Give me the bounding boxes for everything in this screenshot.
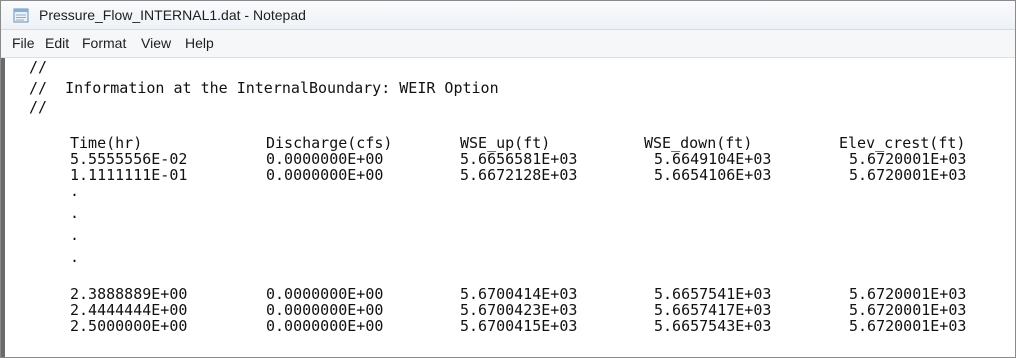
cell-wse-up: 5.6700423E+03: [460, 301, 578, 319]
comment-line: // Information at the InternalBoundary: …: [29, 79, 499, 97]
cell-time: 1.1111111E-01: [70, 166, 188, 184]
menu-file[interactable]: File: [11, 35, 36, 51]
cell-elev-crest: 5.6720001E+03: [849, 317, 967, 335]
header-wse-down: WSE_down(ft): [644, 134, 753, 152]
cell-elev-crest: 5.6720001E+03: [849, 285, 967, 303]
cell-time: 2.5000000E+00: [70, 317, 188, 335]
ellipsis-dot: ·: [70, 230, 80, 248]
cell-wse-up: 5.6672128E+03: [460, 166, 578, 184]
window-title: Pressure_Flow_INTERNAL1.dat - Notepad: [39, 7, 306, 23]
ellipsis-dot: ·: [70, 208, 80, 226]
cell-wse-down: 5.6649104E+03: [654, 150, 772, 168]
cell-wse-down: 5.6657543E+03: [654, 317, 772, 335]
title-bar[interactable]: Pressure_Flow_INTERNAL1.dat - Notepad: [1, 1, 1015, 30]
header-wse-up: WSE_up(ft): [460, 134, 551, 152]
header-discharge: Discharge(cfs): [266, 134, 393, 152]
cell-discharge: 0.0000000E+00: [266, 285, 384, 303]
cell-wse-down: 5.6657541E+03: [654, 285, 772, 303]
cell-elev-crest: 5.6720001E+03: [849, 301, 967, 319]
cell-discharge: 0.0000000E+00: [266, 150, 384, 168]
cell-elev-crest: 5.6720001E+03: [849, 150, 967, 168]
cell-elev-crest: 5.6720001E+03: [849, 166, 967, 184]
cell-time: 2.3888889E+00: [70, 285, 188, 303]
cell-wse-down: 5.6657417E+03: [654, 301, 772, 319]
ellipsis-dot: ·: [70, 252, 80, 270]
cell-wse-up: 5.6700415E+03: [460, 317, 578, 335]
cell-wse-up: 5.6656581E+03: [460, 150, 578, 168]
ellipsis-dot: ·: [70, 186, 80, 204]
cell-discharge: 0.0000000E+00: [266, 301, 384, 319]
menu-help[interactable]: Help: [184, 35, 215, 51]
notepad-window: Pressure_Flow_INTERNAL1.dat - Notepad Fi…: [0, 0, 1016, 358]
cell-discharge: 0.0000000E+00: [266, 317, 384, 335]
menu-view[interactable]: View: [140, 35, 172, 51]
menu-format[interactable]: Format: [81, 35, 127, 51]
comment-line: //: [29, 98, 48, 116]
header-elev-crest: Elev_crest(ft): [839, 134, 966, 152]
text-editor-area[interactable]: // // Information at the InternalBoundar…: [1, 58, 1015, 357]
cell-time: 2.4444444E+00: [70, 301, 188, 319]
header-time: Time(hr): [70, 134, 143, 152]
menu-bar: File Edit Format View Help: [1, 30, 1015, 58]
notepad-icon: [13, 8, 29, 23]
cell-time: 5.5555556E-02: [70, 150, 188, 168]
comment-line: //: [29, 58, 48, 76]
cell-discharge: 0.0000000E+00: [266, 166, 384, 184]
menu-edit[interactable]: Edit: [44, 35, 70, 51]
cell-wse-down: 5.6654106E+03: [654, 166, 772, 184]
cell-wse-up: 5.6700414E+03: [460, 285, 578, 303]
